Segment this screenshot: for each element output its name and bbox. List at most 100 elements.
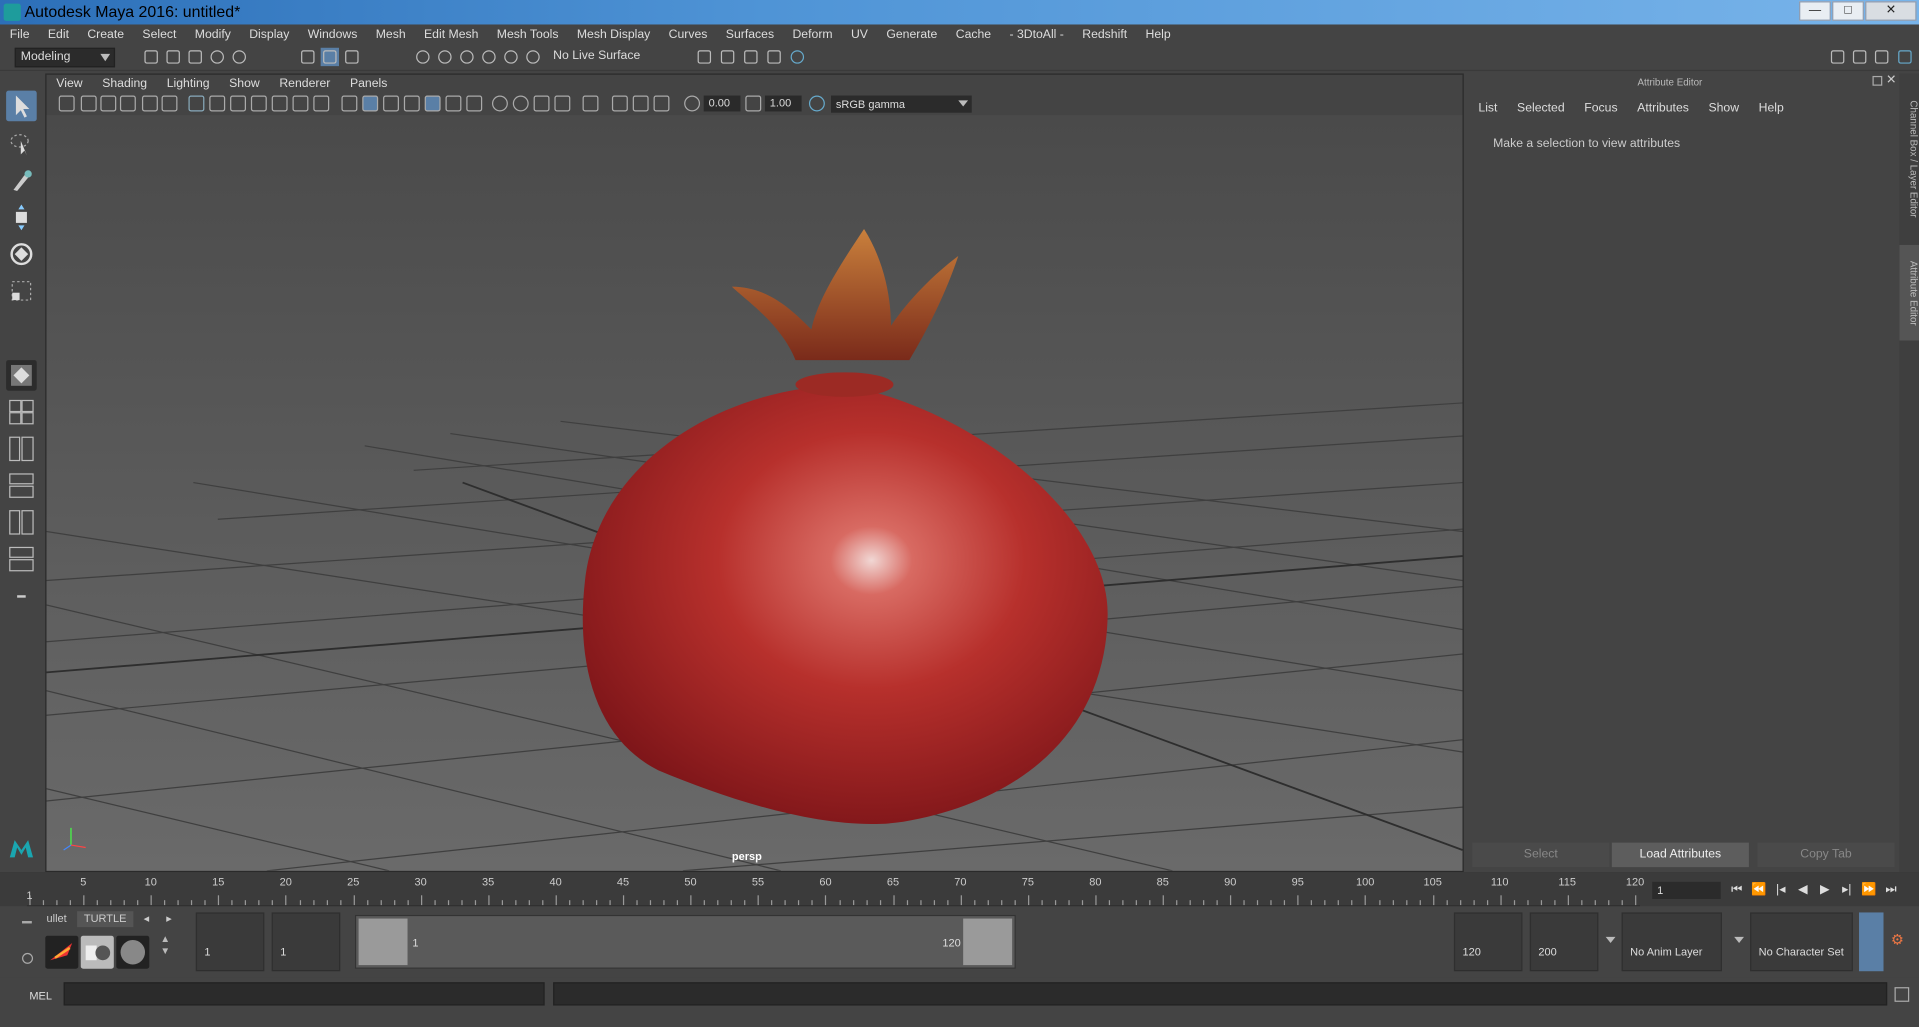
character-set-field[interactable]: No Character Set [1750, 912, 1853, 972]
layout-side-by-side-icon[interactable] [6, 434, 37, 465]
xray-active-icon[interactable] [632, 95, 649, 112]
camera-lock-icon[interactable] [80, 95, 97, 112]
attr-menu-help[interactable]: Help [1749, 101, 1794, 114]
menu-help[interactable]: Help [1136, 28, 1180, 41]
wireframe-icon[interactable] [341, 95, 358, 112]
select-by-component-icon[interactable] [343, 48, 361, 66]
grease-pencil-icon[interactable] [161, 95, 178, 112]
snap-view-plane-icon[interactable] [480, 48, 498, 66]
menu-edit[interactable]: Edit [38, 28, 77, 41]
anim-layer-field[interactable]: No Anim Layer [1621, 912, 1722, 972]
motion-blur-icon[interactable] [512, 95, 529, 112]
menu-mesh-display[interactable]: Mesh Display [567, 28, 659, 41]
shade-options-icon[interactable] [383, 95, 399, 112]
hypershade-icon[interactable] [788, 48, 806, 66]
select-tool-icon[interactable] [6, 90, 37, 122]
mel-label[interactable]: MEL [29, 990, 52, 1002]
render-view-icon[interactable] [695, 48, 713, 66]
viewport-menu-shading[interactable]: Shading [92, 77, 157, 90]
playback-end-field[interactable]: 120 [1453, 912, 1523, 972]
rotate-tool-icon[interactable] [6, 239, 37, 270]
snap-live-icon[interactable] [502, 48, 520, 66]
chevron-down-icon[interactable] [1734, 936, 1744, 944]
move-tool-icon[interactable] [6, 202, 37, 233]
menu-surfaces[interactable]: Surfaces [716, 28, 783, 41]
turtle-shader-icon[interactable] [116, 935, 150, 969]
redo-icon[interactable] [230, 48, 248, 66]
attr-menu-selected[interactable]: Selected [1507, 101, 1574, 114]
viewport-menu-show[interactable]: Show [219, 77, 269, 90]
safe-title-icon[interactable] [313, 95, 330, 112]
gate-mask-icon[interactable] [250, 95, 267, 112]
exposure-field[interactable]: 0.00 [703, 95, 741, 112]
menu-generate[interactable]: Generate [877, 28, 946, 41]
attribute-editor-toggle-icon[interactable] [1850, 48, 1868, 66]
menu-redshift[interactable]: Redshift [1072, 28, 1135, 41]
grid-toggle-icon[interactable] [188, 95, 205, 112]
select-by-hierarchy-icon[interactable] [299, 48, 317, 66]
use-all-lights-icon[interactable] [445, 95, 462, 112]
exposure-icon[interactable] [684, 95, 701, 112]
tab-attribute-editor[interactable]: Attribute Editor [1899, 244, 1919, 341]
view-transform-dropdown[interactable]: sRGB gamma [830, 95, 972, 113]
play-forwards-icon[interactable]: ▶ [1816, 882, 1833, 899]
menu-set-dropdown[interactable]: Modeling [14, 47, 116, 68]
bookmark-icon[interactable] [100, 95, 117, 112]
range-slider[interactable] [354, 914, 1016, 969]
menu-deform[interactable]: Deform [783, 28, 841, 41]
layout-four-pane-icon[interactable] [6, 397, 37, 428]
tab-channel-box[interactable]: Channel Box / Layer Editor [1899, 86, 1919, 233]
menu-windows[interactable]: Windows [298, 28, 366, 41]
anti-aliasing-icon[interactable] [533, 95, 550, 112]
render-current-frame-icon[interactable] [718, 48, 736, 66]
shelf-tab-turtle[interactable]: TURTLE [76, 911, 134, 928]
menu-mesh[interactable]: Mesh [366, 28, 414, 41]
attr-menu-attributes[interactable]: Attributes [1627, 101, 1698, 114]
tool-settings-icon[interactable] [1872, 48, 1890, 66]
menu-create[interactable]: Create [78, 28, 133, 41]
maximize-button[interactable]: □ [1832, 1, 1864, 21]
layout-hypershade-icon[interactable] [6, 544, 37, 575]
shelf-scroll-icon[interactable]: ▲ ▼ [159, 933, 171, 972]
open-scene-icon[interactable] [164, 48, 182, 66]
step-back-frame-icon[interactable]: |◂ [1772, 882, 1789, 899]
playback-start-field[interactable]: 1 [271, 912, 341, 972]
make-live-icon[interactable] [524, 48, 542, 66]
float-panel-icon[interactable] [1872, 75, 1883, 86]
range-end-handle[interactable] [963, 918, 1013, 966]
viewport-menu-lighting[interactable]: Lighting [157, 77, 219, 90]
menu-file[interactable]: File [0, 28, 38, 41]
attr-menu-focus[interactable]: Focus [1574, 101, 1627, 114]
modeling-toolkit-icon[interactable] [1828, 48, 1846, 66]
lasso-tool-icon[interactable] [6, 129, 37, 160]
layout-single-pane-icon[interactable] [6, 360, 37, 391]
maya-home-icon[interactable] [6, 833, 37, 864]
undo-icon[interactable] [208, 48, 226, 66]
xray-icon[interactable] [611, 95, 628, 112]
film-gate-icon[interactable] [209, 95, 226, 112]
shelf-menu-icon[interactable] [22, 921, 32, 924]
layout-persp-graph-icon[interactable] [6, 507, 37, 538]
close-panel-icon[interactable]: ✕ [1886, 73, 1896, 86]
layout-options-icon[interactable] [6, 581, 37, 612]
viewport-menu-renderer[interactable]: Renderer [270, 77, 341, 90]
close-button[interactable]: ✕ [1865, 1, 1917, 21]
load-attributes-button[interactable]: Load Attributes [1611, 842, 1749, 868]
step-forward-frame-icon[interactable]: ▸| [1838, 882, 1855, 899]
menu-uv[interactable]: UV [841, 28, 876, 41]
snap-grid-icon[interactable] [414, 48, 432, 66]
range-start-handle[interactable] [358, 918, 408, 966]
turtle-bake-icon[interactable] [80, 935, 114, 969]
wireframe-on-shaded-icon[interactable] [403, 95, 420, 112]
channel-box-toggle-icon[interactable] [1896, 48, 1914, 66]
select-button[interactable]: Select [1472, 842, 1610, 868]
gamma-field[interactable]: 1.00 [764, 95, 802, 112]
menu-3dtoall[interactable]: - 3DtoAll - [1000, 28, 1073, 41]
depth-of-field-icon[interactable] [554, 95, 571, 112]
animation-start-field[interactable]: 1 [195, 912, 265, 972]
isolate-select-icon[interactable] [582, 95, 599, 112]
xray-joints-icon[interactable] [653, 95, 670, 112]
minimize-button[interactable]: — [1799, 1, 1831, 21]
copy-tab-button[interactable]: Copy Tab [1757, 842, 1895, 868]
turtle-render-icon[interactable] [45, 935, 79, 969]
